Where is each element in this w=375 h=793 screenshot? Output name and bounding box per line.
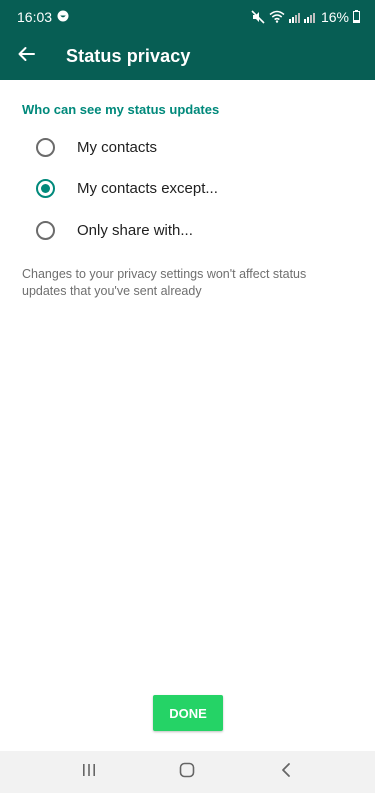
wifi-icon — [269, 10, 285, 23]
option-my-contacts[interactable]: My contacts — [0, 127, 375, 167]
option-label: My contacts — [77, 138, 158, 156]
back-arrow-icon — [17, 46, 35, 67]
status-bar: 16:03 16% — [0, 0, 375, 33]
home-icon — [179, 762, 195, 783]
done-button[interactable]: DONE — [153, 695, 223, 731]
home-button[interactable] — [167, 757, 207, 787]
radio-button[interactable] — [36, 137, 55, 157]
option-label: My contacts except... — [77, 179, 218, 197]
privacy-note: Changes to your privacy settings won't a… — [22, 267, 307, 298]
status-bar-right: 16% — [251, 9, 360, 25]
nav-back-icon — [280, 762, 292, 783]
status-bar-left: 16:03 — [17, 9, 69, 25]
app-bar: Status privacy — [0, 33, 375, 80]
nav-back-button[interactable] — [266, 757, 306, 787]
recent-apps-icon — [81, 763, 97, 782]
notification-icon — [57, 9, 69, 25]
option-my-contacts-except[interactable]: My contacts except... — [0, 168, 375, 208]
radio-button[interactable] — [36, 220, 55, 240]
option-label: Only share with... — [77, 221, 193, 239]
section-header: Who can see my status updates — [22, 102, 220, 117]
option-only-share-with[interactable]: Only share with... — [0, 210, 375, 250]
battery-text: 16% — [320, 8, 349, 25]
radio-button-checked[interactable] — [36, 178, 55, 198]
battery-icon — [353, 10, 360, 23]
page-title: Status privacy — [66, 46, 191, 66]
mute-icon — [251, 9, 265, 24]
recent-apps-button[interactable] — [69, 757, 109, 787]
system-nav-bar — [0, 751, 375, 793]
clock: 16:03 — [17, 8, 53, 25]
signal-icon — [288, 11, 317, 23]
back-button[interactable] — [0, 33, 52, 80]
